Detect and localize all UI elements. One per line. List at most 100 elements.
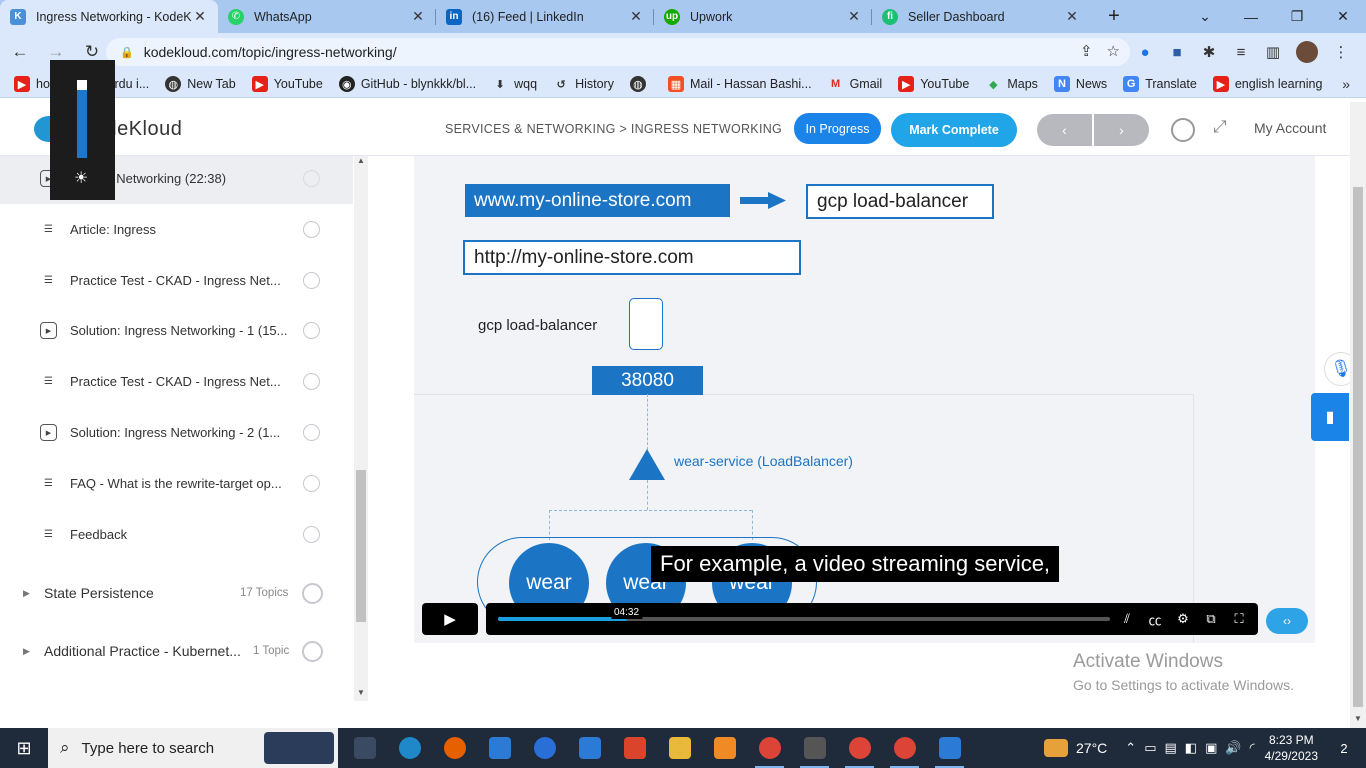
taskbar-app-app-red[interactable]: [612, 728, 657, 768]
taskbar-app-chrome-2[interactable]: [837, 728, 882, 768]
menu-kebab-icon[interactable]: ⋮: [1332, 43, 1350, 61]
bookmark-item[interactable]: ◆ Maps: [985, 76, 1038, 92]
scroll-down-arrow-icon[interactable]: ▼: [357, 688, 365, 697]
taskbar-app-store[interactable]: [477, 728, 522, 768]
taskbar-app-app-dark[interactable]: [792, 728, 837, 768]
extensions-puzzle-icon[interactable]: ✱: [1200, 43, 1218, 61]
side-panel-icon[interactable]: ▥: [1264, 43, 1282, 61]
fullscreen-icon[interactable]: ⛶: [1230, 609, 1248, 629]
taskbar-app-photos[interactable]: [927, 728, 972, 768]
scroll-down-arrow-icon[interactable]: ▼: [1354, 714, 1362, 723]
taskbar-app-skype[interactable]: [522, 728, 567, 768]
section-state-persistence[interactable]: ▶ State Persistence 17 Topics: [0, 565, 353, 621]
taskbar-app-app-orange[interactable]: [702, 728, 747, 768]
status-badge[interactable]: In Progress: [794, 113, 881, 144]
bookmark-item[interactable]: N News: [1053, 76, 1107, 92]
scroll-up-arrow-icon[interactable]: ▲: [357, 156, 365, 165]
bookmark-item[interactable]: ◉ GitHub - blynkkk/bl...: [338, 76, 476, 92]
tab-linkedin[interactable]: in (16) Feed | LinkedIn ✕: [436, 0, 654, 33]
mark-complete-button[interactable]: Mark Complete: [891, 113, 1017, 147]
taskbar-app-mail[interactable]: [567, 728, 612, 768]
next-lesson-button[interactable]: ›: [1094, 114, 1149, 146]
video-player[interactable]: www.my-online-store.com gcp load-balance…: [414, 156, 1315, 643]
video-progress-bar[interactable]: 04:32: [498, 606, 1110, 621]
windows-start-icon[interactable]: ⊞: [0, 728, 48, 768]
volume-icon[interactable]: 🔊: [1225, 740, 1241, 756]
speed-slash-icon[interactable]: ⫽: [1118, 609, 1136, 629]
completion-circle[interactable]: [303, 526, 320, 543]
download-extension-icon[interactable]: ■: [1168, 43, 1186, 61]
battery-icon[interactable]: ▭: [1144, 740, 1156, 756]
tab-upwork[interactable]: up Upwork ✕: [654, 0, 872, 33]
lesson-item[interactable]: ☰ Practice Test - CKAD - Ingress Net...: [0, 255, 353, 306]
device-icon[interactable]: ◧: [1185, 740, 1197, 756]
show-hidden-icons-icon[interactable]: ⌃: [1125, 740, 1136, 756]
voice-extension-icon[interactable]: ●: [1136, 43, 1154, 61]
restore-icon[interactable]: ❐: [1274, 0, 1320, 33]
taskbar-app-file-explorer[interactable]: [657, 728, 702, 768]
taskbar-app-chrome-3[interactable]: [882, 728, 927, 768]
lesson-item[interactable]: ▶ Solution: Ingress Networking - 1 (15..…: [0, 305, 353, 356]
bookmark-item[interactable]: ▦ Mail - Hassan Bashi...: [667, 76, 812, 92]
dark-mode-toggle-icon[interactable]: [1171, 118, 1195, 142]
taskbar-app-edge[interactable]: [387, 728, 432, 768]
weather-widget[interactable]: 27°C: [1044, 739, 1107, 757]
lesson-item[interactable]: ☰ Article: Ingress: [0, 204, 353, 255]
taskbar-app-firefox[interactable]: [432, 728, 477, 768]
chat-bubble-icon[interactable]: ▮: [1311, 393, 1349, 441]
completion-circle[interactable]: [303, 272, 320, 289]
settings-gear-icon[interactable]: ⚙: [1174, 609, 1192, 629]
closed-captions-icon[interactable]: ㏄: [1146, 609, 1164, 629]
tab-seller-dashboard[interactable]: fi Seller Dashboard ✕: [872, 0, 1090, 33]
brightness-knob[interactable]: [77, 80, 87, 90]
completion-circle[interactable]: [303, 170, 320, 187]
completion-circle[interactable]: [303, 424, 320, 441]
sidebar-scrollbar[interactable]: ▲ ▼: [354, 156, 368, 701]
lesson-item[interactable]: ▶ Solution: Ingress Networking - 2 (1...: [0, 407, 353, 458]
back-arrow-icon[interactable]: ←: [4, 36, 36, 68]
bookmark-item[interactable]: ◍ New Tab: [165, 76, 236, 92]
play-button[interactable]: ▶: [422, 603, 478, 635]
taskbar-search-box[interactable]: ⌕ Type here to search: [48, 728, 338, 768]
close-tab-icon[interactable]: ✕: [846, 8, 862, 25]
minimize-icon[interactable]: —: [1228, 0, 1274, 33]
tab-kodekloud[interactable]: K Ingress Networking - KodeKl ✕: [0, 0, 218, 33]
close-window-icon[interactable]: ✕: [1320, 0, 1366, 33]
picture-in-picture-icon[interactable]: ⧉: [1202, 609, 1220, 629]
close-tab-icon[interactable]: ✕: [628, 8, 644, 25]
section-additional-practice[interactable]: ▶ Additional Practice - Kubernet... 1 To…: [0, 623, 353, 679]
taskbar-clock[interactable]: 8:23 PM 4/29/2023: [1265, 732, 1318, 764]
my-account-link[interactable]: My Account: [1254, 120, 1326, 136]
player-brand-logo-icon[interactable]: ‹›: [1266, 608, 1308, 634]
sidebar-scroll-thumb[interactable]: [356, 470, 366, 622]
taskbar-app-chrome[interactable]: [747, 728, 792, 768]
share-icon[interactable]: ⇪: [1080, 42, 1093, 60]
page-scroll-thumb[interactable]: [1353, 187, 1363, 707]
lesson-item[interactable]: ☰ Practice Test - CKAD - Ingress Net...: [0, 356, 353, 407]
network-icon[interactable]: ▤: [1164, 740, 1176, 756]
page-scrollbar[interactable]: ▼: [1350, 102, 1366, 728]
previous-lesson-button[interactable]: ‹: [1037, 114, 1094, 146]
tab-whatsapp[interactable]: ✆ WhatsApp ✕: [218, 0, 436, 33]
close-tab-icon[interactable]: ✕: [1064, 8, 1080, 25]
completion-circle[interactable]: [303, 475, 320, 492]
taskbar-app-task-view[interactable]: [342, 728, 387, 768]
notification-center-icon[interactable]: 2: [1332, 737, 1356, 759]
bookmark-item[interactable]: ▶ english learning: [1212, 76, 1322, 92]
close-tab-icon[interactable]: ✕: [192, 8, 208, 25]
lesson-item[interactable]: ☰ FAQ - What is the rewrite-target op...: [0, 458, 353, 509]
bookmark-item[interactable]: ⬇ wqq: [492, 76, 538, 92]
profile-avatar[interactable]: [1296, 41, 1318, 63]
bookmark-item[interactable]: ◍: [629, 76, 652, 92]
wifi-icon[interactable]: ◜: [1250, 740, 1255, 756]
completion-circle[interactable]: [303, 322, 320, 339]
reading-list-icon[interactable]: ≡: [1232, 43, 1250, 61]
bookmark-item[interactable]: ▶ YouTube: [898, 76, 969, 92]
completion-circle[interactable]: [303, 221, 320, 238]
close-tab-icon[interactable]: ✕: [410, 8, 426, 25]
fullscreen-expand-icon[interactable]: ⤢: [1213, 117, 1227, 137]
new-tab-button[interactable]: +: [1098, 0, 1130, 33]
display-icon[interactable]: ▣: [1205, 740, 1217, 756]
bookmark-item[interactable]: M Gmail: [828, 76, 882, 92]
bookmark-item[interactable]: G Translate: [1123, 76, 1197, 92]
